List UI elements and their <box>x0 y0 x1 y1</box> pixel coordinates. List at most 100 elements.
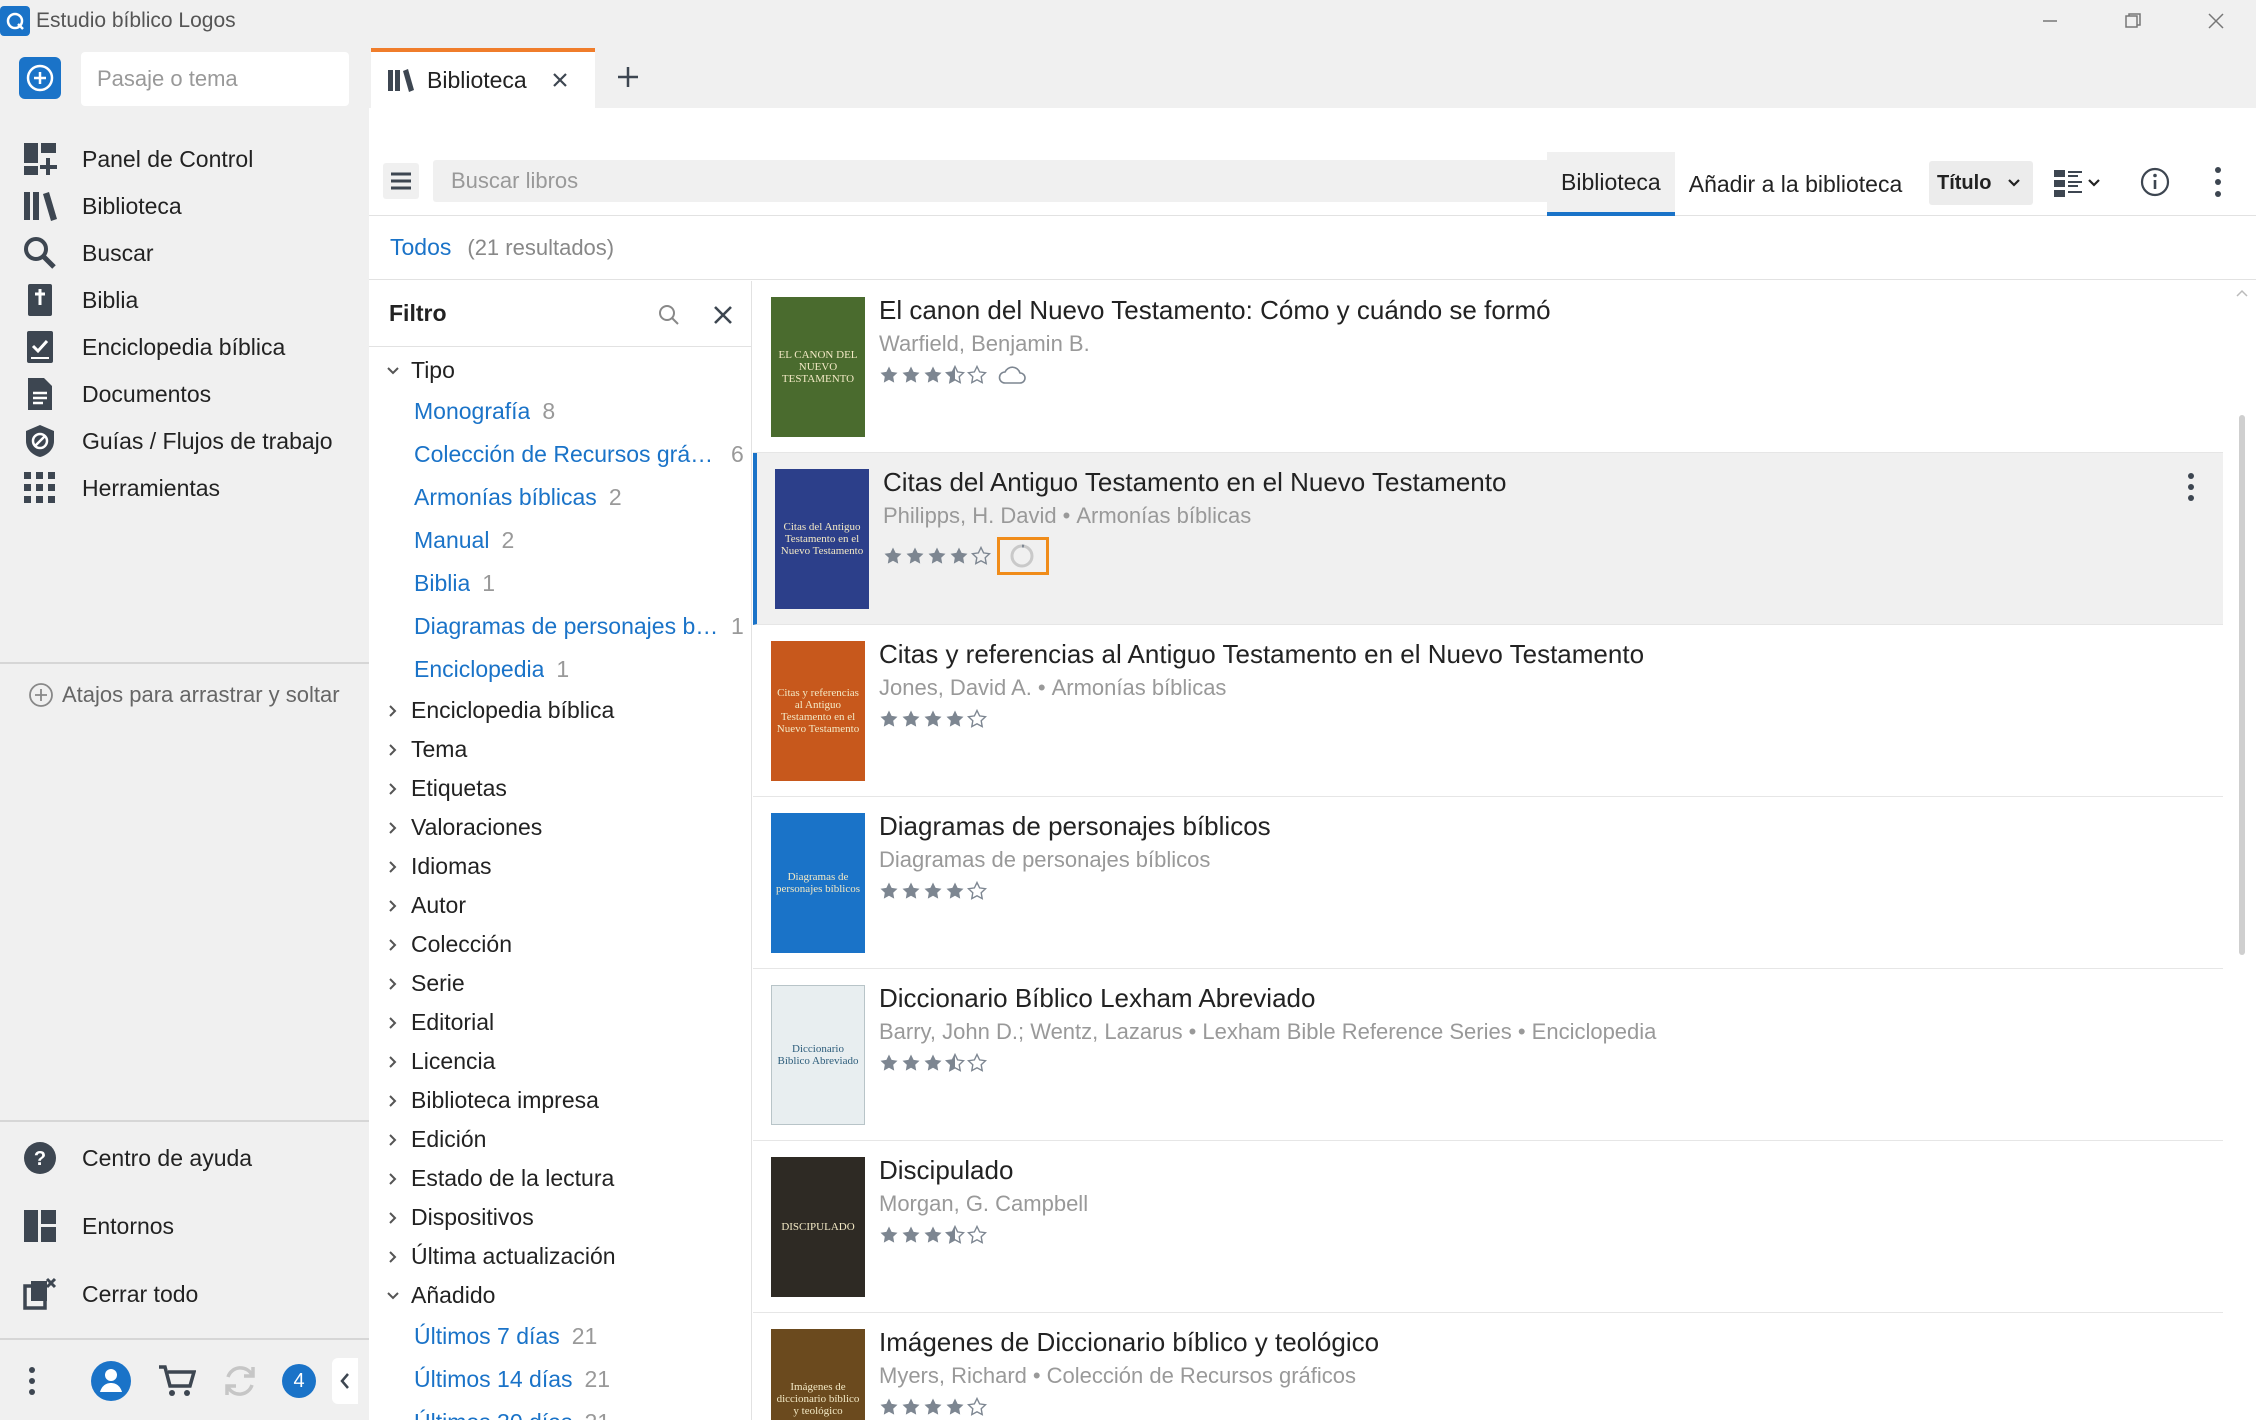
book-title[interactable]: Diagramas de personajes bíblicos <box>879 811 1271 842</box>
filter-group[interactable]: Valoraciones <box>369 808 751 847</box>
scrollbar-thumb[interactable] <box>2239 415 2245 955</box>
filter-option[interactable]: Enciclopedia 1 <box>369 648 751 691</box>
tab-library[interactable]: Biblioteca <box>371 48 595 108</box>
book-series[interactable]: Armonías bíblicas <box>1076 503 1251 528</box>
book-row[interactable]: Imágenes de diccionario bíblico y teológ… <box>753 1313 2223 1420</box>
book-author[interactable]: Morgan, G. Campbell <box>879 1191 1088 1216</box>
book-author[interactable]: Barry, John D.; Wentz, Lazarus <box>879 1019 1183 1044</box>
filter-group[interactable]: Estado de la lectura <box>369 1159 751 1198</box>
more-vertical-icon[interactable] <box>28 1366 36 1396</box>
filter-option[interactable]: Colección de Recursos gráficos 6 <box>369 433 751 476</box>
filter-option[interactable]: Armonías bíblicas 2 <box>369 476 751 519</box>
info-icon[interactable] <box>2140 167 2170 197</box>
book-series[interactable]: Armonías bíblicas <box>1052 675 1227 700</box>
filter-group[interactable]: Autor <box>369 886 751 925</box>
book-cover[interactable]: EL CANON DEL NUEVO TESTAMENTO <box>771 297 865 437</box>
filter-option[interactable]: Últimos 7 días 21 <box>369 1315 751 1358</box>
filter-group[interactable]: Biblioteca impresa <box>369 1081 751 1120</box>
filter-option[interactable]: Últimos 14 días 21 <box>369 1358 751 1401</box>
filter-group[interactable]: Licencia <box>369 1042 751 1081</box>
rating-stars[interactable] <box>879 365 1029 385</box>
rating-stars[interactable] <box>879 709 989 729</box>
filter-group[interactable]: Última actualización <box>369 1237 751 1276</box>
more-vertical-icon[interactable] <box>2214 166 2222 198</box>
all-results-link[interactable]: Todos <box>390 234 451 261</box>
tab-library-view[interactable]: Biblioteca <box>1547 152 1675 216</box>
filter-option[interactable]: Últimos 30 días 21 <box>369 1401 751 1420</box>
rating-stars[interactable] <box>879 1053 989 1073</box>
filter-group[interactable]: Enciclopedia bíblica <box>369 691 751 730</box>
book-cover[interactable]: Diccionario Bíblico Abreviado <box>771 985 865 1125</box>
book-title[interactable]: Citas y referencias al Antiguo Testament… <box>879 639 1644 670</box>
sort-select[interactable]: Título <box>1929 161 2033 205</box>
cart-icon[interactable] <box>158 1364 196 1398</box>
filter-option[interactable]: Monografía 8 <box>369 390 751 433</box>
book-author[interactable]: Myers, Richard <box>879 1363 1027 1388</box>
book-cover[interactable]: Citas y referencias al Antiguo Testament… <box>771 641 865 781</box>
filter-option[interactable]: Biblia 1 <box>369 562 751 605</box>
book-row[interactable]: Citas del Antiguo Testamento en el Nuevo… <box>753 453 2223 625</box>
rating-stars[interactable] <box>883 537 1049 575</box>
download-progress-icon[interactable] <box>997 537 1049 575</box>
sync-icon[interactable] <box>220 1361 260 1401</box>
filter-group-type[interactable]: Tipo <box>369 351 751 390</box>
clear-filter-icon[interactable] <box>713 305 733 325</box>
book-title[interactable]: Citas del Antiguo Testamento en el Nuevo… <box>883 467 1506 498</box>
minimize-button[interactable] <box>2010 0 2090 42</box>
account-avatar-icon[interactable] <box>90 1360 132 1402</box>
tab-add-to-library[interactable]: Añadir a la biblioteca <box>1675 152 1917 216</box>
book-cover[interactable]: DISCIPULADO <box>771 1157 865 1297</box>
filter-group-added[interactable]: Añadido <box>369 1276 751 1315</box>
sidebar-item-tools[interactable]: Herramientas <box>0 457 369 519</box>
filter-option[interactable]: Diagramas de personajes bíblicos 1 <box>369 605 751 648</box>
rating-stars[interactable] <box>879 1225 989 1245</box>
passage-go-icon[interactable] <box>19 57 61 99</box>
close-tab-icon[interactable] <box>551 71 569 89</box>
book-row[interactable]: Diccionario Bíblico Abreviado Diccionario… <box>753 969 2223 1141</box>
sidebar-item-close-all[interactable]: Cerrar todo <box>0 1263 369 1325</box>
rating-stars[interactable] <box>879 881 989 901</box>
scroll-up-icon[interactable] <box>2236 289 2248 297</box>
sidebar-item-help[interactable]: ? Centro de ayuda <box>0 1127 369 1189</box>
view-mode-button[interactable] <box>2053 168 2101 198</box>
filter-group[interactable]: Editorial <box>369 1003 751 1042</box>
new-tab-button[interactable] <box>615 64 641 90</box>
filter-group[interactable]: Idiomas <box>369 847 751 886</box>
book-row[interactable]: Citas y referencias al Antiguo Testament… <box>753 625 2223 797</box>
book-series[interactable]: Lexham Bible Reference Series • Enciclop… <box>1202 1019 1656 1044</box>
filter-group[interactable]: Colección <box>369 925 751 964</box>
filter-option[interactable]: Manual 2 <box>369 519 751 562</box>
book-cover[interactable]: Citas del Antiguo Testamento en el Nuevo… <box>775 469 869 609</box>
rating-stars[interactable] <box>879 1397 989 1417</box>
notification-badge[interactable]: 4 <box>282 1364 316 1398</box>
book-series[interactable]: Colección de Recursos gráficos <box>1047 1363 1356 1388</box>
book-row[interactable]: DISCIPULADO Discipulado Morgan, G. Campbel… <box>753 1141 2223 1313</box>
book-author[interactable]: Philipps, H. David <box>883 503 1057 528</box>
book-cover[interactable]: Imágenes de diccionario bíblico y teológ… <box>771 1329 865 1420</box>
search-books-input[interactable]: Buscar libros <box>433 160 1593 202</box>
book-title[interactable]: El canon del Nuevo Testamento: Cómo y cu… <box>879 295 1551 326</box>
book-row[interactable]: EL CANON DEL NUEVO TESTAMENTO El canon de… <box>753 281 2223 453</box>
filter-group[interactable]: Edición <box>369 1120 751 1159</box>
filter-group[interactable]: Dispositivos <box>369 1198 751 1237</box>
menu-hamburger-icon[interactable] <box>383 163 419 199</box>
book-author[interactable]: Warfield, Benjamin B. <box>879 331 1090 356</box>
close-window-button[interactable] <box>2176 0 2256 42</box>
book-author[interactable]: Jones, David A. <box>879 675 1032 700</box>
collapse-sidebar-button[interactable] <box>332 1358 358 1404</box>
book-more-icon[interactable] <box>2179 467 2203 507</box>
filter-group[interactable]: Tema <box>369 730 751 769</box>
filter-search-icon[interactable] <box>657 303 681 327</box>
book-list-scrollbar[interactable] <box>2228 281 2256 1420</box>
book-row[interactable]: Diagramas de personajes bíblicos Diagrama… <box>753 797 2223 969</box>
book-title[interactable]: Diccionario Bíblico Lexham Abreviado <box>879 983 1315 1014</box>
shortcuts-button[interactable]: Atajos para arrastrar y soltar <box>28 682 340 708</box>
passage-input[interactable]: Pasaje o tema <box>81 52 349 106</box>
cloud-icon[interactable] <box>997 365 1027 385</box>
book-title[interactable]: Discipulado <box>879 1155 1013 1186</box>
book-cover[interactable]: Diagramas de personajes bíblicos <box>771 813 865 953</box>
filter-group[interactable]: Etiquetas <box>369 769 751 808</box>
sidebar-item-layouts[interactable]: Entornos <box>0 1195 369 1257</box>
book-title[interactable]: Imágenes de Diccionario bíblico y teológ… <box>879 1327 1379 1358</box>
restore-button[interactable] <box>2093 0 2173 42</box>
